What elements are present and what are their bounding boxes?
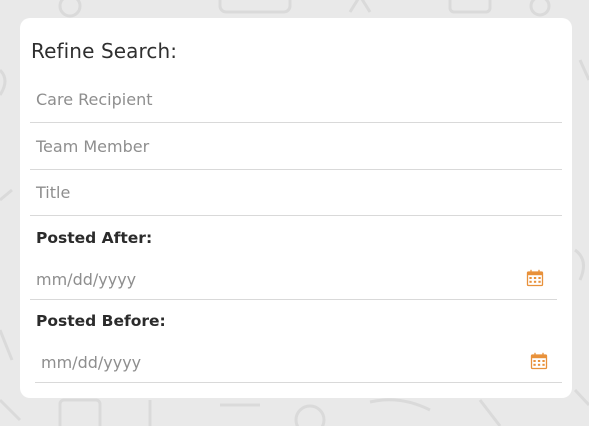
- posted-after-date-input[interactable]: mm/dd/yyyy: [30, 259, 557, 300]
- calendar-icon[interactable]: [530, 352, 548, 370]
- team-member-placeholder: Team Member: [36, 137, 150, 156]
- care-recipient-placeholder: Care Recipient: [36, 90, 153, 109]
- title-field[interactable]: Title: [30, 168, 562, 216]
- refine-search-panel: Refine Search: Care Recipient Team Membe…: [20, 18, 572, 398]
- posted-after-label: Posted After:: [36, 229, 153, 247]
- care-recipient-field[interactable]: Care Recipient: [30, 75, 562, 123]
- title-placeholder: Title: [36, 183, 71, 202]
- posted-before-placeholder: mm/dd/yyyy: [41, 353, 142, 372]
- posted-before-label: Posted Before:: [36, 312, 166, 330]
- posted-before-date-input[interactable]: mm/dd/yyyy: [35, 342, 562, 383]
- posted-after-placeholder: mm/dd/yyyy: [36, 270, 137, 289]
- panel-title: Refine Search:: [31, 39, 178, 63]
- calendar-icon[interactable]: [526, 269, 544, 287]
- team-member-field[interactable]: Team Member: [30, 122, 562, 170]
